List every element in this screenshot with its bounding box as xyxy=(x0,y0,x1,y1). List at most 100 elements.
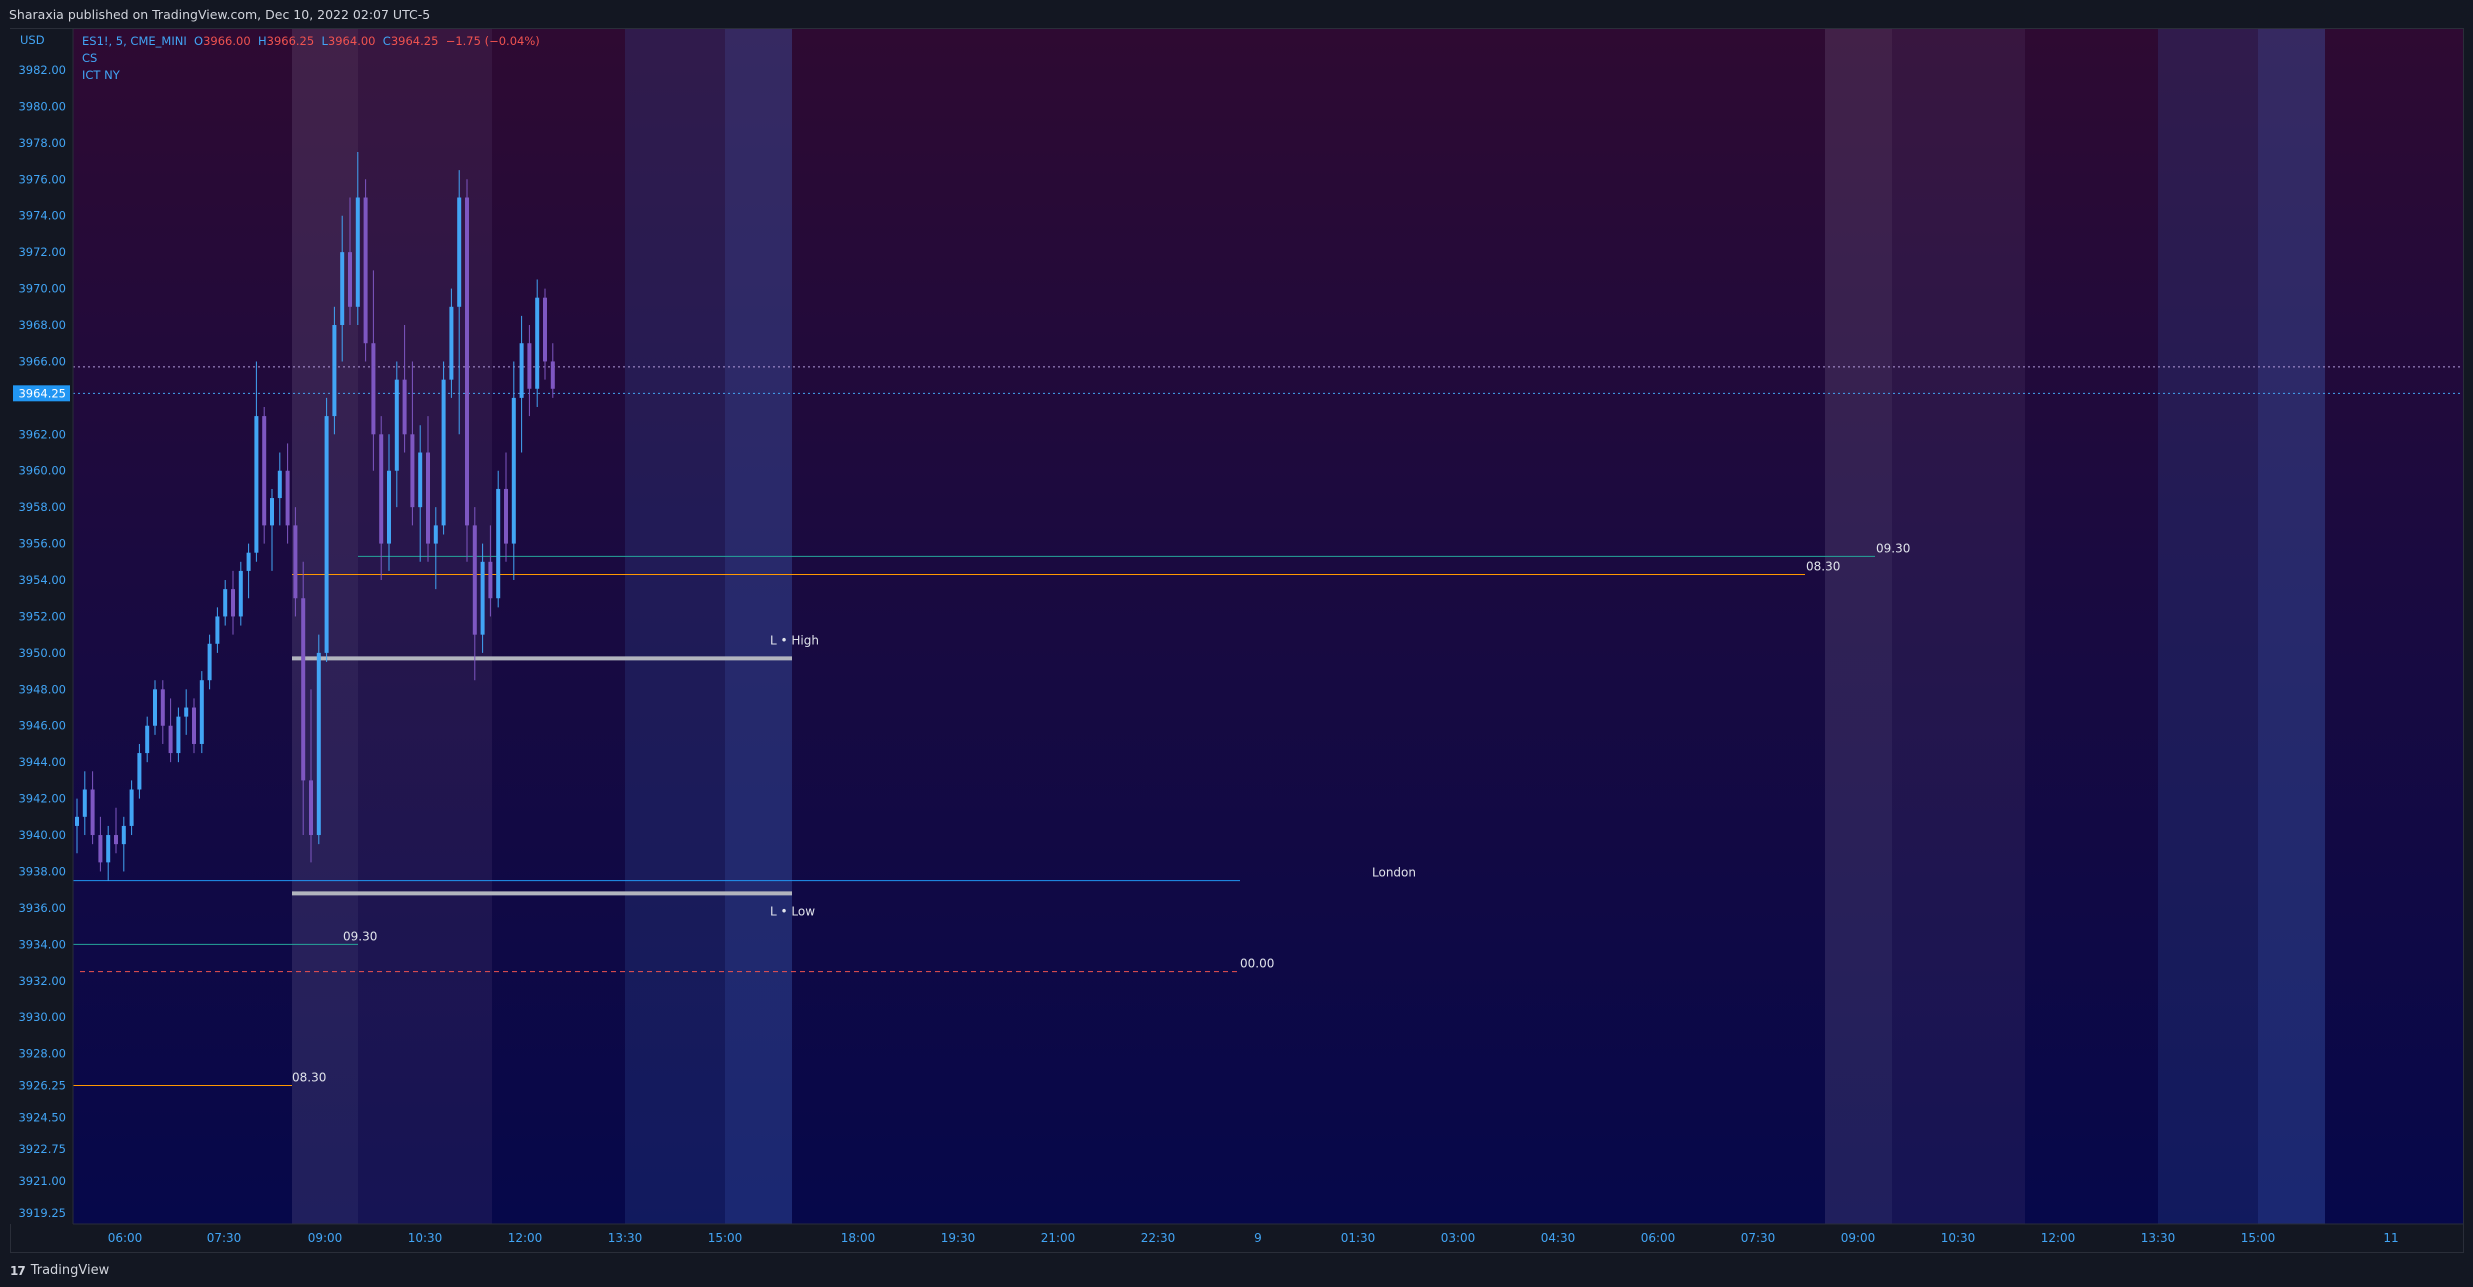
time-tick-label: 10:30 xyxy=(408,1231,443,1245)
time-tick-label: 09:00 xyxy=(308,1231,343,1245)
legend-indicator-cs[interactable]: CS xyxy=(82,50,540,67)
price-tick-label: 3958.00 xyxy=(18,500,66,514)
candle-body xyxy=(199,680,204,744)
price-tick-label: 3924.50 xyxy=(18,1110,66,1124)
legend-symbol[interactable]: ES1!, 5, CME_MINI xyxy=(82,34,187,48)
candle-body xyxy=(160,689,165,726)
candle-body xyxy=(488,561,493,599)
candle-body xyxy=(426,452,430,544)
price-tick-label: 3948.00 xyxy=(18,682,66,696)
price-tick-label: 3960.00 xyxy=(18,464,66,478)
time-tick-label: 04:30 xyxy=(1541,1231,1576,1245)
price-tick-label: 3972.00 xyxy=(18,245,66,259)
candle-body xyxy=(90,789,95,836)
candle-body xyxy=(129,789,134,826)
candle-body xyxy=(98,835,103,863)
legend-h-label: H xyxy=(257,34,267,48)
candle-body xyxy=(114,835,118,845)
candle-body xyxy=(511,397,516,544)
candle-body xyxy=(472,525,477,635)
legend-c-label: C xyxy=(382,34,391,48)
candle-body xyxy=(215,616,220,644)
session-band-blue xyxy=(2258,29,2325,1224)
candle-body xyxy=(168,725,173,754)
candle-body xyxy=(449,306,454,380)
price-tick-label: 3919.25 xyxy=(18,1206,66,1220)
candle-body xyxy=(441,379,446,526)
price-tick-label: 3932.00 xyxy=(18,974,66,988)
candle-body xyxy=(340,252,345,326)
time-tick-label: 13:30 xyxy=(2141,1231,2176,1245)
time-tick-label: 15:00 xyxy=(708,1231,743,1245)
price-tick-label: 3978.00 xyxy=(18,136,66,150)
price-tick-label: 3928.00 xyxy=(18,1047,66,1061)
time-tick-label: 03:00 xyxy=(1441,1231,1476,1245)
price-tick-label: 3976.00 xyxy=(18,172,66,186)
candle-body xyxy=(301,598,306,781)
level-label: 08.30 xyxy=(292,1070,326,1084)
candle-body xyxy=(238,570,243,617)
candle-body xyxy=(394,379,399,471)
tradingview-icon: 17 xyxy=(10,1263,26,1278)
price-tick-label: 3970.00 xyxy=(18,282,66,296)
time-tick-label: 06:00 xyxy=(1641,1231,1676,1245)
candle-body xyxy=(410,434,415,508)
candle-body xyxy=(535,297,540,389)
legend-indicator-ict-ny[interactable]: ICT NY xyxy=(82,67,540,84)
candle-body xyxy=(418,452,423,508)
candle-body xyxy=(496,488,501,599)
current-price-label: 3964.25 xyxy=(18,386,66,400)
price-tick-label: 3930.00 xyxy=(18,1010,66,1024)
price-tick-label: 3926.25 xyxy=(18,1078,66,1092)
price-tick-label: 3954.00 xyxy=(18,573,66,587)
level-label: 00.00 xyxy=(1240,957,1274,971)
candle-body xyxy=(231,589,235,617)
candle-body xyxy=(480,561,485,635)
candle-body xyxy=(387,470,391,544)
candle-body xyxy=(153,689,157,726)
time-tick-label: 15:00 xyxy=(2241,1231,2276,1245)
level-label: London xyxy=(1372,866,1416,880)
legend-o-label: O xyxy=(194,34,204,48)
legend-row-symbol: ES1!, 5, CME_MINI O3966.00 H3966.25 L396… xyxy=(82,33,540,50)
candle-body xyxy=(223,589,228,617)
price-tick-label: 3956.00 xyxy=(18,537,66,551)
candle-body xyxy=(145,725,150,754)
candle-body xyxy=(137,753,142,790)
tradingview-logo[interactable]: 17 TradingView xyxy=(10,1263,109,1278)
candle-body xyxy=(75,816,79,826)
candle-body xyxy=(363,197,368,344)
price-tick-label: 3944.00 xyxy=(18,755,66,769)
price-tick-label: 3946.00 xyxy=(18,719,66,733)
time-axis: 06:00 07:30 09:00 10:30 12:00 13:30 15:00 18:00… xyxy=(73,1223,2463,1252)
level-label: L • Low xyxy=(770,904,815,918)
time-tick-label: 07:30 xyxy=(207,1231,242,1245)
price-tick-label: 3921.00 xyxy=(18,1174,66,1188)
time-tick-label: 10:30 xyxy=(1941,1231,1976,1245)
candle-body xyxy=(402,379,407,435)
time-tick-label: 06:00 xyxy=(108,1231,143,1245)
price-tick-label: 3936.00 xyxy=(18,901,66,915)
candle-body xyxy=(543,297,547,362)
session-band-blue xyxy=(625,29,725,1224)
footer: 17 TradingView xyxy=(0,1253,2473,1287)
price-tick-label: 3942.00 xyxy=(18,792,66,806)
candle-body xyxy=(465,197,469,526)
candle-body xyxy=(504,488,508,544)
price-axis: 3982.00 3980.00 3978.00 3976.00 3974.00 3972.… xyxy=(10,29,74,1224)
time-tick-label: 21:00 xyxy=(1041,1231,1076,1245)
price-chart[interactable]: 08.30 09.30 00.00 London L • Low L • High 08.3… xyxy=(0,0,2473,1287)
brand-name: TradingView xyxy=(30,1263,110,1278)
candle-body xyxy=(293,525,298,599)
time-tick-label: 01:30 xyxy=(1341,1231,1376,1245)
chart-legend[interactable]: ES1!, 5, CME_MINI O3966.00 H3966.25 L396… xyxy=(82,33,540,84)
level-label: 08.30 xyxy=(1806,560,1840,574)
legend-l-value: 3964.00 xyxy=(327,34,376,48)
candle-body xyxy=(348,252,352,307)
candle-body xyxy=(270,498,274,526)
candle-body xyxy=(246,552,251,571)
level-label: L • High xyxy=(770,633,819,647)
candle-body xyxy=(433,525,438,544)
legend-h-value: 3966.25 xyxy=(266,34,315,48)
currency-label: USD xyxy=(20,33,45,47)
